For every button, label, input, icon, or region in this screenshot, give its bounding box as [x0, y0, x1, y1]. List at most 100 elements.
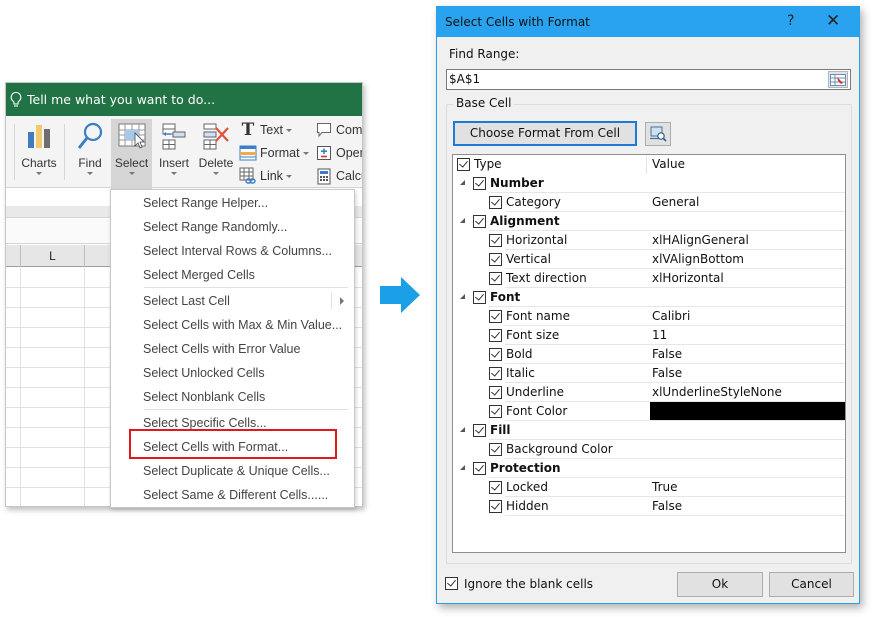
tree-label: Bold: [506, 347, 533, 361]
menu-item-select-error-value[interactable]: Select Cells with Error Value: [111, 337, 354, 361]
tree-checkbox[interactable]: [489, 329, 502, 342]
charts-button[interactable]: Charts: [18, 119, 60, 189]
select-grid-icon: [118, 123, 145, 149]
dialog-titlebar[interactable]: Select Cells with Format ? ✕: [437, 7, 859, 37]
collapse-triangle-icon[interactable]: [460, 218, 465, 223]
tree-item-row[interactable]: Font Color: [453, 402, 845, 421]
column-header-l[interactable]: L: [20, 245, 84, 267]
tree-item-row[interactable]: Background Color: [453, 440, 845, 459]
tree-label: Font name: [506, 309, 570, 323]
tree-group-row[interactable]: Font: [453, 288, 845, 307]
find-range-value: $A$1: [449, 72, 481, 86]
tree-checkbox[interactable]: [489, 272, 502, 285]
cancel-button[interactable]: Cancel: [769, 572, 854, 597]
type-column-header[interactable]: Type: [474, 157, 502, 171]
chevron-down-icon: [171, 172, 177, 175]
calculator-button[interactable]: Calcu: [315, 166, 362, 186]
tree-group-row[interactable]: Number: [453, 174, 845, 193]
menu-item-select-interval-rows-columns[interactable]: Select Interval Rows & Columns...: [111, 239, 354, 263]
tree-checkbox[interactable]: [473, 215, 486, 228]
insert-button[interactable]: Insert: [155, 119, 193, 189]
close-button[interactable]: ✕: [826, 11, 840, 31]
preview-cell-button[interactable]: [645, 122, 671, 146]
find-range-input[interactable]: $A$1: [446, 69, 851, 90]
tree-value: Calibri: [652, 309, 691, 323]
find-button[interactable]: Find: [70, 119, 110, 189]
tree-item-row[interactable]: Font size 11: [453, 326, 845, 345]
tree-item-row[interactable]: Bold False: [453, 345, 845, 364]
tree-checkbox[interactable]: [473, 424, 486, 437]
menu-item-select-unlocked-cells[interactable]: Select Unlocked Cells: [111, 361, 354, 385]
tell-me-bar[interactable]: Tell me what you want to do...: [6, 83, 362, 116]
menu-item-select-duplicate-unique[interactable]: Select Duplicate & Unique Cells...: [111, 459, 354, 483]
tree-item-row[interactable]: Underline xlUnderlineStyleNone: [453, 383, 845, 402]
tree-item-row[interactable]: Horizontal xlHAlignGeneral: [453, 231, 845, 250]
tree-checkbox[interactable]: [489, 348, 502, 361]
chevron-down-icon: [36, 172, 42, 175]
collapse-triangle-icon[interactable]: [460, 180, 465, 185]
link-button[interactable]: Link: [239, 166, 292, 186]
choose-format-from-cell-button[interactable]: Choose Format From Cell: [453, 121, 637, 146]
checkbox[interactable]: [445, 577, 458, 590]
menu-item-select-range-randomly[interactable]: Select Range Randomly...: [111, 215, 354, 239]
tree-label: Font: [490, 290, 521, 304]
tree-checkbox[interactable]: [473, 291, 486, 304]
value-column-header[interactable]: Value: [652, 157, 685, 171]
menu-item-select-range-helper[interactable]: Select Range Helper...: [111, 191, 354, 215]
collapse-triangle-icon[interactable]: [460, 294, 465, 299]
tree-checkbox[interactable]: [489, 367, 502, 380]
calculator-icon: [315, 167, 333, 185]
menu-item-select-nonblank-cells[interactable]: Select Nonblank Cells: [111, 385, 354, 409]
menu-item-select-max-min[interactable]: Select Cells with Max & Min Value...: [111, 313, 354, 337]
menu-item-select-merged-cells[interactable]: Select Merged Cells: [111, 263, 354, 287]
collapse-triangle-icon[interactable]: [460, 427, 465, 432]
menu-item-select-last-cell[interactable]: Select Last Cell: [111, 289, 354, 313]
tree-checkbox[interactable]: [489, 443, 502, 456]
tree-group-row[interactable]: Protection: [453, 459, 845, 478]
format-button[interactable]: Format: [239, 143, 309, 163]
menu-item-select-specific-cells[interactable]: Select Specific Cells...: [111, 411, 354, 435]
tree-checkbox[interactable]: [489, 253, 502, 266]
tree-item-row[interactable]: Vertical xlVAlignBottom: [453, 250, 845, 269]
tree-checkbox[interactable]: [473, 462, 486, 475]
tree-label: Vertical: [506, 252, 551, 266]
tree-checkbox[interactable]: [489, 500, 502, 513]
tree-item-row[interactable]: Locked True: [453, 478, 845, 497]
tree-checkbox[interactable]: [489, 234, 502, 247]
tree-item-row[interactable]: Category General: [453, 193, 845, 212]
tree-checkbox[interactable]: [489, 196, 502, 209]
select-all-checkbox[interactable]: [457, 158, 470, 171]
tree-item-row[interactable]: Italic False: [453, 364, 845, 383]
tree-item-row[interactable]: Hidden False: [453, 497, 845, 516]
chevron-down-icon: [285, 174, 292, 178]
help-button[interactable]: ?: [787, 13, 794, 29]
tree-label: Background Color: [506, 442, 613, 456]
collapse-triangle-icon[interactable]: [460, 465, 465, 470]
tree-checkbox[interactable]: [489, 310, 502, 323]
ok-button[interactable]: Ok: [677, 572, 763, 597]
range-select-button[interactable]: [828, 71, 848, 88]
menu-item-select-same-different[interactable]: Select Same & Different Cells......: [111, 483, 354, 507]
tree-checkbox[interactable]: [473, 177, 486, 190]
select-button[interactable]: Select: [111, 119, 152, 189]
chevron-down-icon: [87, 172, 93, 175]
menu-item-select-cells-with-format[interactable]: Select Cells with Format...: [111, 435, 354, 459]
tree-label: Font Color: [506, 404, 568, 418]
insert-label: Insert: [158, 156, 189, 170]
tree-item-row[interactable]: Font name Calibri: [453, 307, 845, 326]
tree-value: xlHAlignGeneral: [652, 233, 749, 247]
tree-checkbox[interactable]: [489, 386, 502, 399]
tree-checkbox[interactable]: [489, 481, 502, 494]
tree-group-row[interactable]: Alignment: [453, 212, 845, 231]
tree-group-row[interactable]: Fill: [453, 421, 845, 440]
comment-button[interactable]: Comm: [315, 120, 362, 140]
operation-button[interactable]: Opera: [315, 143, 362, 163]
tree-label: Fill: [490, 423, 511, 437]
column-divider[interactable]: [646, 155, 647, 174]
tree-value: False: [652, 347, 683, 361]
tree-checkbox[interactable]: [489, 405, 502, 418]
insert-cells-icon: [162, 123, 186, 150]
text-button[interactable]: T Text: [239, 120, 292, 140]
delete-button[interactable]: Delete: [196, 119, 236, 189]
tree-item-row[interactable]: Text direction xlHorizontal: [453, 269, 845, 288]
